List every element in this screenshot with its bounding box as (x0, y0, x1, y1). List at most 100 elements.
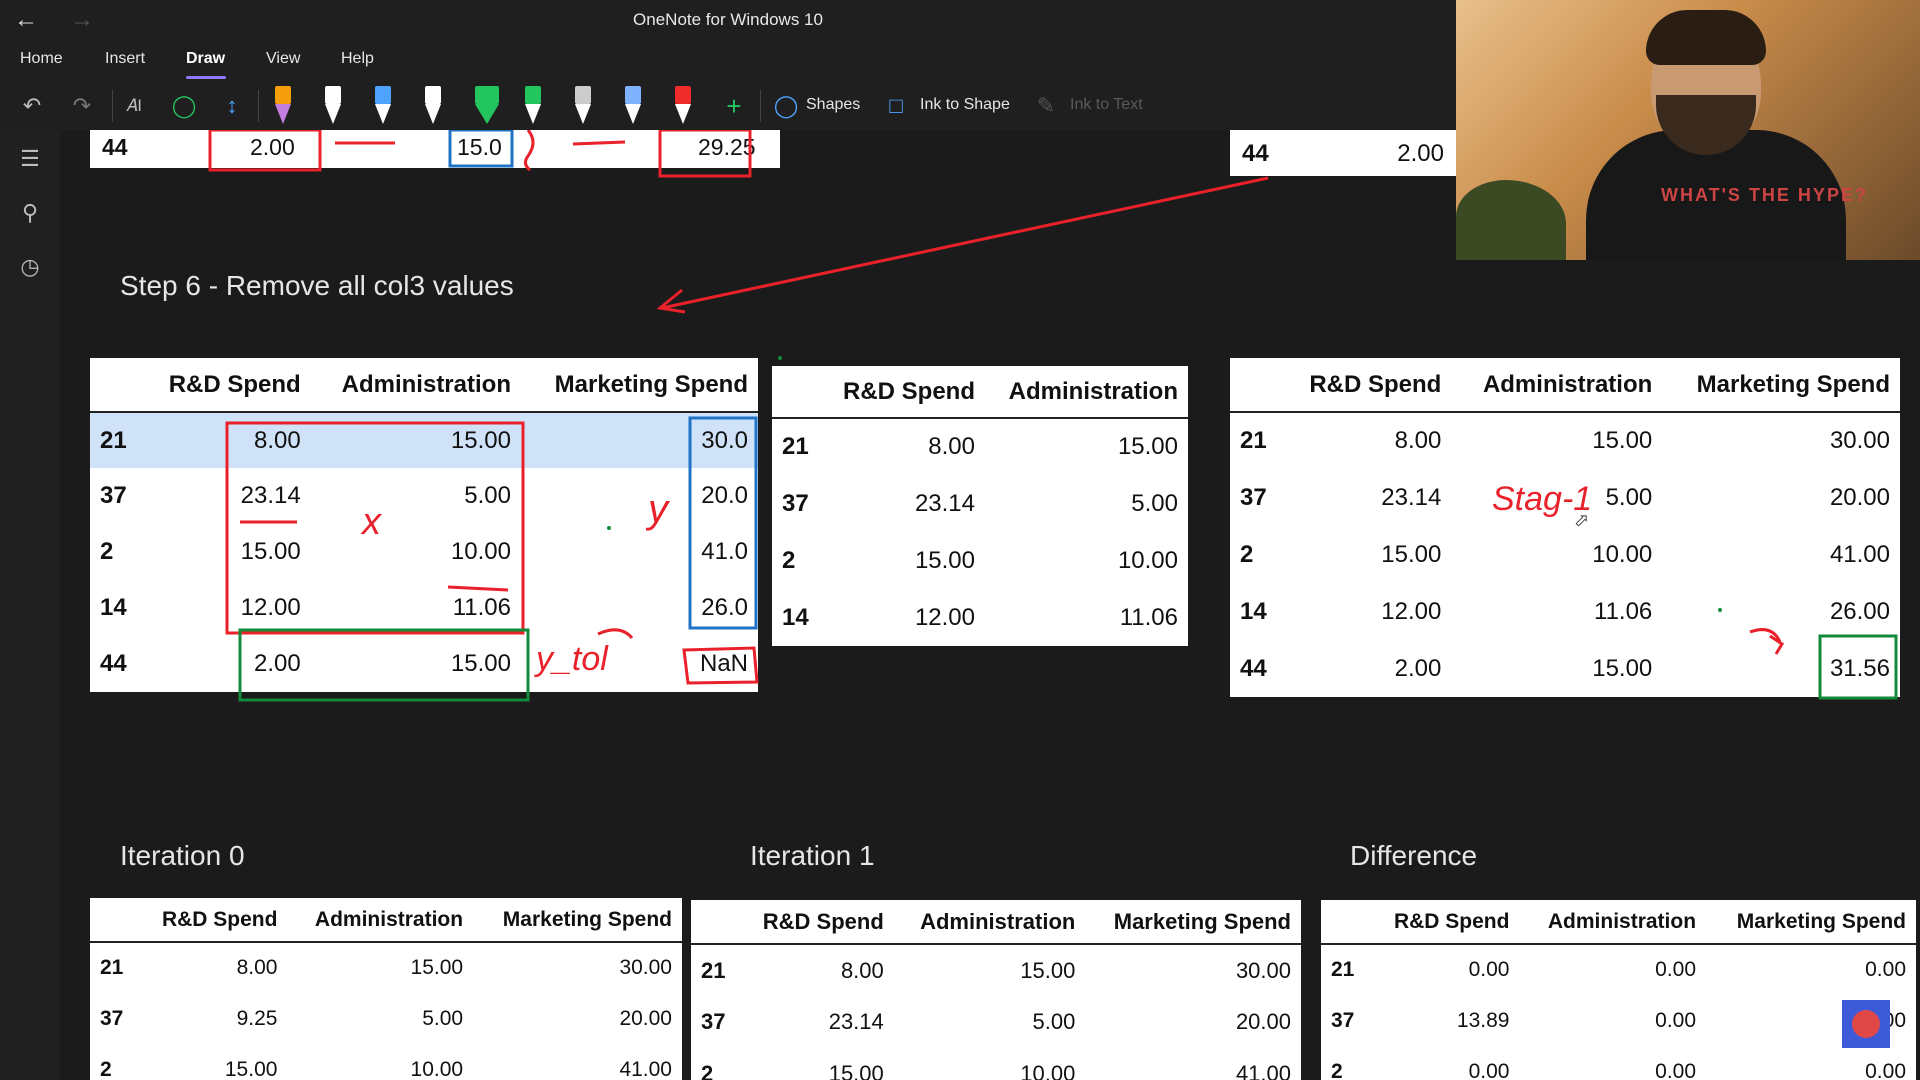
cell: 11.06 (1594, 597, 1653, 625)
cell: 26.0 (701, 594, 748, 621)
table-row: 21 8.00 15.00 (772, 418, 1188, 475)
menu-help[interactable]: Help (341, 50, 374, 68)
column-header: Administration (341, 370, 511, 398)
search-icon[interactable]: ⚲ (16, 200, 44, 228)
cell: 10.00 (1592, 540, 1653, 568)
cell-value: 2.00 (1397, 140, 1444, 167)
pen-lightblue[interactable] (620, 84, 646, 128)
ink-to-shape-icon[interactable]: □ (882, 92, 910, 120)
recent-notes-icon[interactable]: ◷ (16, 254, 44, 282)
column-header: R&D Spend (161, 907, 278, 931)
pen-white[interactable] (320, 84, 346, 128)
row-index: 2 (100, 538, 114, 565)
ribbon-separator (760, 90, 761, 122)
pen-green[interactable] (520, 84, 546, 128)
cell: 2.00 (253, 650, 301, 677)
row-index: 14 (100, 594, 127, 621)
ribbon-separator (112, 90, 113, 122)
pen-red-selected[interactable] (670, 84, 696, 128)
table-row: 21 8.00 15.00 30.0 (90, 412, 758, 468)
row-index: 2 (1331, 1059, 1343, 1080)
cell: 9.25 (236, 1006, 278, 1030)
cell: 0.00 (1655, 1008, 1697, 1032)
cell: 23.14 (240, 482, 301, 509)
table-iteration-1: R&D Spend Administration Marketing Spend… (691, 900, 1301, 1080)
cell: 15.00 (310, 412, 521, 468)
table-row: 37 23.14 5.00 (772, 475, 1188, 532)
table-row: 2 15.00 10.00 41.0 (90, 524, 758, 580)
lasso-select-icon[interactable]: ◯ (170, 92, 198, 120)
redo-icon[interactable]: ↷ (68, 92, 96, 120)
menu-bar: Home Insert Draw View Help (0, 42, 1456, 80)
ink-to-shape-button[interactable]: Ink to Shape (920, 96, 1010, 114)
row-index: 44 (1240, 654, 1267, 682)
cell: 5.00 (464, 482, 511, 509)
cell: 15.00 (1020, 957, 1076, 983)
cell: 30.00 (1829, 427, 1890, 454)
row-index: 44 (100, 650, 127, 677)
cell: 23.14 (1381, 483, 1442, 511)
pen-gray[interactable] (570, 84, 596, 128)
cell-value: 29.25 (698, 134, 756, 160)
cell: 12.00 (1381, 597, 1442, 625)
cell: 15.00 (828, 1061, 884, 1080)
cell: 15.00 (240, 538, 301, 565)
row-index: 21 (90, 412, 142, 468)
table-row: 2 15.00 10.00 41.00 (90, 1044, 682, 1080)
cell: 23.14 (914, 489, 975, 517)
note-canvas[interactable]: 44 2.00 15.0 29.25 44 2.00 Step 6 - Remo… (60, 130, 1920, 1080)
column-header: Marketing Spend (1696, 370, 1890, 398)
menu-insert[interactable]: Insert (105, 50, 145, 68)
column-header: Administration (920, 908, 1076, 934)
row-index: 21 (701, 957, 726, 983)
table-step6-input: R&D Spend Administration Marketing Spend… (90, 358, 758, 692)
shapes-button[interactable]: Shapes (806, 96, 860, 114)
column-header: R&D Spend (1393, 909, 1510, 933)
table-row: 37 13.89 0.00 0.00 (1321, 995, 1916, 1046)
cell: 15.00 (410, 956, 464, 979)
pen-blue[interactable] (370, 84, 396, 128)
cell: 10.00 (450, 538, 511, 565)
row-index: 14 (782, 603, 809, 631)
shapes-icon[interactable]: ◯ (772, 92, 800, 120)
index-header (772, 366, 822, 418)
top-strip-right: 44 2.00 (1230, 130, 1456, 176)
cell: 2.00 (1394, 654, 1442, 682)
ink-dot (778, 356, 782, 360)
select-text-icon[interactable]: 𝐴I (120, 92, 148, 120)
add-space-icon[interactable]: ↕ (218, 92, 246, 120)
presenter-hair (1646, 10, 1766, 65)
column-header: Marketing Spend (554, 370, 748, 398)
cell: 30.00 (1235, 957, 1291, 983)
cell: 15.00 (914, 546, 975, 574)
cell: 12.00 (914, 603, 975, 631)
cell: 23.14 (828, 1009, 884, 1034)
cell: 8.00 (840, 957, 884, 983)
ink-arrow (661, 176, 1269, 310)
step6-heading: Step 6 - Remove all col3 values (120, 270, 514, 301)
menu-home[interactable]: Home (20, 50, 63, 68)
cell-value: 15.0 (457, 134, 502, 160)
add-pen-icon[interactable]: + (720, 92, 748, 120)
pen-white-2[interactable] (420, 84, 446, 128)
cell: 13.89 (1456, 1008, 1510, 1032)
row-index: 14 (1240, 597, 1267, 625)
menu-view[interactable]: View (266, 50, 300, 68)
cell: 41.00 (1829, 540, 1890, 568)
webcam-overlay: WHAT'S THE HYPE? (1456, 0, 1920, 260)
column-header: Administration (314, 907, 464, 931)
pen-purple[interactable] (270, 84, 296, 128)
notebooks-icon[interactable]: ☰ (16, 146, 44, 174)
ink-to-text-button[interactable]: Ink to Text (1070, 96, 1143, 114)
cell: 15.00 (450, 650, 511, 677)
cell: 0.00 (1865, 958, 1906, 981)
ink-to-text-icon[interactable]: ✎ (1032, 92, 1060, 120)
cell: 11.06 (1119, 603, 1178, 631)
cell: 8.00 (236, 956, 278, 979)
table-step6-imputed: R&D Spend Administration Marketing Spend… (1230, 358, 1900, 697)
undo-icon[interactable]: ↶ (18, 92, 46, 120)
highlighter-green[interactable] (470, 84, 504, 128)
menu-draw[interactable]: Draw (186, 50, 225, 68)
cell: 0.00 (1468, 1059, 1510, 1080)
plant (1456, 180, 1566, 260)
